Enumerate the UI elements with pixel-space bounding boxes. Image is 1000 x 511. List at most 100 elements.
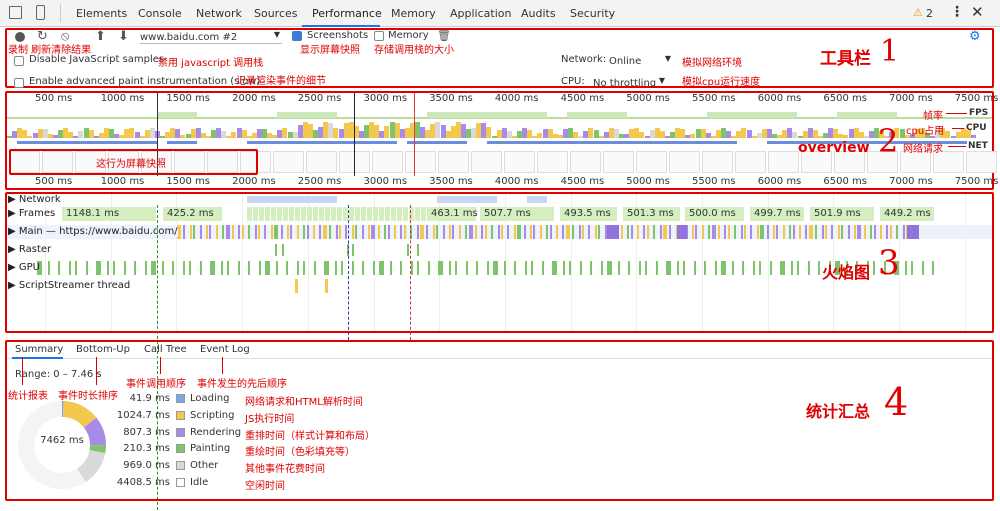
gpu-event	[693, 261, 696, 275]
main-event	[831, 225, 834, 239]
gpu-event	[797, 261, 799, 275]
annotation-line	[160, 357, 161, 374]
network-track-bars	[7, 194, 992, 205]
gpu-event	[752, 261, 755, 275]
warning-icon[interactable]: ⚠	[913, 6, 923, 19]
fps-annotation: 帧率	[923, 111, 943, 122]
frame-block	[259, 207, 264, 221]
download-icon[interactable]: ⬇	[118, 29, 129, 44]
ruler-tick-label: 2000 ms	[232, 176, 276, 187]
ruler-tick-label: 1000 ms	[100, 93, 145, 104]
settings-gear-icon[interactable]: ⚙	[969, 29, 981, 44]
gpu-event	[182, 261, 185, 275]
frame-block: 499.7 ms	[750, 207, 805, 221]
more-options-icon[interactable]: ⋮	[950, 4, 964, 20]
tab-call-tree[interactable]: Call Tree	[144, 344, 187, 355]
fps-lane-label: FPS	[969, 108, 989, 118]
main-event	[646, 225, 649, 239]
main-event	[766, 225, 769, 239]
gpu-track-toggle[interactable]: ▶ GPU	[8, 262, 40, 273]
main-event	[254, 225, 257, 239]
main-event	[799, 225, 801, 239]
legend-annotation: JS执行时间	[245, 413, 295, 425]
frame-block: 500.0 ms	[685, 207, 745, 221]
main-event	[452, 225, 455, 239]
gpu-event	[258, 261, 261, 275]
inspect-element-icon[interactable]	[9, 6, 22, 19]
ruler-tick-label: 1000 ms	[100, 176, 145, 187]
gpu-event	[932, 261, 934, 275]
device-toolbar-icon[interactable]	[36, 5, 45, 20]
gpu-event	[607, 261, 612, 275]
main-event	[870, 225, 873, 239]
tab-network[interactable]: Network	[196, 7, 242, 20]
raster-event	[417, 244, 419, 256]
cpu-annotation: 模拟cpu运行速度	[682, 77, 761, 88]
network-throttle-select[interactable]: Online ▼	[609, 54, 671, 67]
tab-bottom-up[interactable]: Bottom-Up	[76, 344, 130, 355]
legend-duration: 807.3 ms	[123, 426, 170, 438]
gpu-event	[476, 261, 478, 275]
close-icon[interactable]: ✕	[971, 3, 984, 21]
main-event	[290, 225, 293, 239]
main-event	[841, 225, 844, 239]
scriptstreamer-track-toggle[interactable]: ▶ ScriptStreamer thread	[8, 280, 130, 291]
gpu-event	[486, 261, 489, 275]
main-event	[225, 225, 230, 239]
main-event	[465, 225, 468, 239]
gpu-event	[237, 261, 240, 275]
main-event	[562, 225, 565, 239]
main-event	[426, 225, 429, 239]
main-event	[319, 225, 322, 239]
warning-count: 2	[926, 7, 933, 20]
fps-bar	[427, 112, 547, 118]
frame-block: 493.5 ms	[560, 207, 618, 221]
legend-label: Painting	[190, 443, 231, 455]
tab-summary[interactable]: Summary	[15, 344, 63, 355]
frame-block: 1148.1 ms	[62, 207, 157, 221]
main-event	[776, 225, 779, 239]
tab-application[interactable]: Application	[450, 7, 511, 20]
main-event	[351, 225, 354, 239]
gpu-event	[617, 261, 620, 275]
main-track-toggle[interactable]: ▶ Main — https://www.baidu.com/	[8, 226, 178, 237]
tab-audits[interactable]: Audits	[521, 7, 556, 20]
network-track-toggle[interactable]: ▶ Network	[8, 194, 61, 205]
ruler-tick-label: 4000 ms	[494, 93, 539, 104]
main-event	[497, 225, 500, 239]
upload-icon[interactable]: ⬆	[95, 29, 106, 44]
advanced-paint-checkbox[interactable]	[14, 77, 24, 90]
tab-sources[interactable]: Sources	[254, 7, 298, 20]
tab-event-log[interactable]: Event Log	[200, 344, 250, 355]
tab-performance[interactable]: Performance	[312, 7, 382, 20]
ruler-tick-label: 3000 ms	[363, 176, 408, 187]
tab-security[interactable]: Security	[570, 7, 615, 20]
main-event	[565, 225, 570, 239]
devtools-window: Elements Console Network Sources Perform…	[0, 0, 1000, 511]
raster-track-toggle[interactable]: ▶ Raster	[8, 244, 51, 255]
screenshot-thumbnail	[273, 151, 304, 173]
tab-console[interactable]: Console	[138, 7, 182, 20]
selection-cursor[interactable]	[354, 93, 355, 176]
gpu-event	[628, 261, 630, 275]
ruler-tick-label: 6500 ms	[823, 93, 867, 104]
tab-memory[interactable]: Memory	[391, 7, 436, 20]
gpu-event	[47, 261, 50, 275]
net-annotation-line	[948, 146, 966, 147]
cpu-throttle-select[interactable]: No throttling ▼	[593, 76, 665, 89]
gpu-event	[721, 261, 726, 275]
gpu-event	[731, 261, 734, 275]
gpu-event	[227, 261, 229, 275]
tab-elements[interactable]: Elements	[76, 7, 127, 20]
disable-js-checkbox[interactable]	[14, 55, 24, 68]
frames-track-toggle[interactable]: ▶ Frames	[8, 208, 55, 219]
screenshot-thumbnail	[537, 151, 568, 173]
main-event	[215, 225, 218, 239]
donut-total-label: 7462 ms	[40, 435, 84, 446]
cpu-column	[970, 135, 976, 138]
eventlog-annotation: 事件发生的先后顺序	[197, 379, 287, 390]
ruler-tick-label: 7000 ms	[889, 176, 933, 187]
main-event	[270, 225, 273, 239]
profile-select[interactable]: www.baidu.com #2 ▼	[140, 30, 282, 44]
main-event	[280, 225, 283, 239]
